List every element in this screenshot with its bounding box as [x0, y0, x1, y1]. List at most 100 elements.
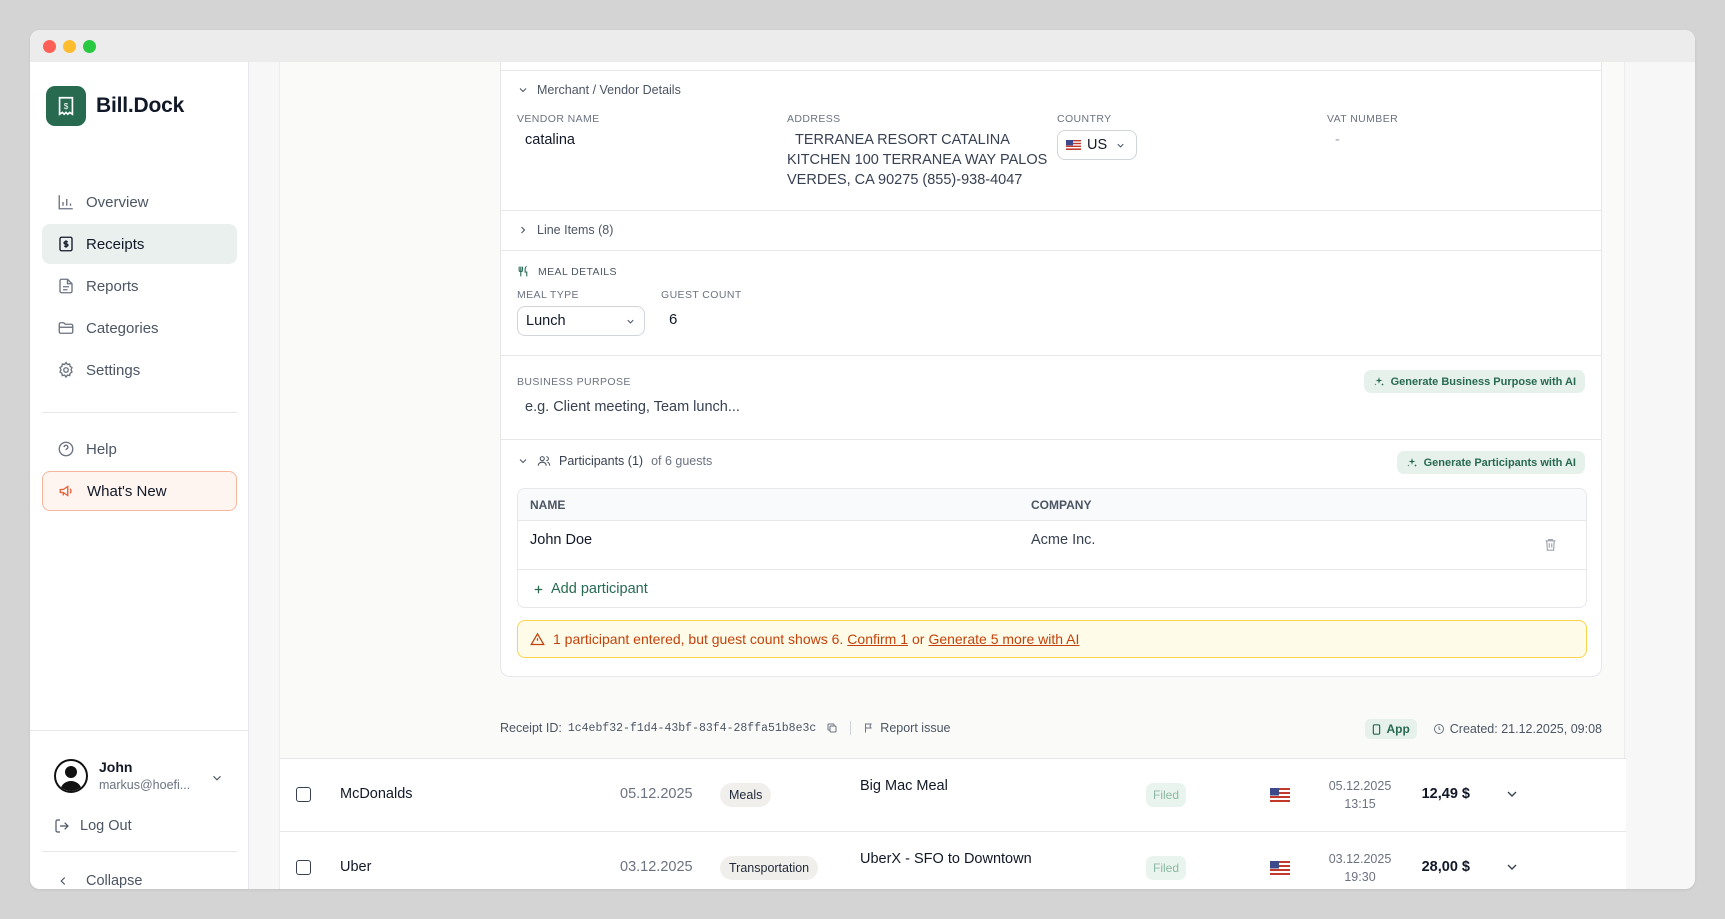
minimize-window-button[interactable] [63, 40, 76, 53]
megaphone-icon [57, 481, 77, 501]
chevron-down-icon[interactable] [1504, 859, 1520, 875]
chevron-left-icon [56, 874, 70, 888]
sparkles-icon [1373, 376, 1385, 388]
fork-knife-icon [517, 265, 530, 278]
plus-icon [532, 583, 545, 596]
brand-name: Bill.Dock [96, 94, 185, 117]
guest-count-field[interactable]: 6 [669, 311, 677, 328]
close-window-button[interactable] [43, 40, 56, 53]
vendor-name-label: VENDOR NAME [517, 113, 600, 125]
meal-type-select[interactable]: Lunch [517, 306, 645, 336]
user-email: markus@hoefi... [99, 778, 191, 792]
line-items-toggle[interactable]: Line Items (8) [517, 223, 613, 237]
chevron-down-icon [517, 84, 529, 96]
sidebar-divider [42, 412, 237, 413]
sparkles-icon [1406, 457, 1418, 469]
guest-count-label: GUEST COUNT [661, 289, 742, 301]
receipt-meta-bar: Receipt ID: 1c4ebf32-f1d4-43bf-83f4-28ff… [500, 719, 1602, 739]
meal-details-header: MEAL DETAILS [517, 265, 617, 278]
receipt-date: 03.12.2025 [620, 859, 693, 875]
us-flag-icon [1270, 788, 1290, 802]
copy-icon[interactable] [826, 722, 838, 734]
report-issue-button[interactable]: Report issue [863, 721, 950, 735]
chevron-down-icon [1115, 140, 1126, 151]
nav-label: Categories [86, 319, 159, 337]
category-badge: Transportation [720, 856, 819, 880]
collapse-button[interactable]: Collapse [56, 873, 142, 889]
gear-icon [56, 360, 76, 380]
row-checkbox[interactable] [296, 860, 311, 875]
nav-label: Receipts [86, 235, 145, 253]
business-purpose-section: BUSINESS PURPOSE Generate Business Purpo… [501, 355, 1601, 439]
participant-name[interactable]: John Doe [530, 532, 592, 548]
nav-label: Reports [86, 277, 139, 295]
confirm-link[interactable]: Confirm 1 [847, 631, 908, 647]
section-title: Line Items (8) [537, 223, 614, 237]
logout-icon [54, 818, 70, 834]
folder-icon [56, 318, 76, 338]
chevron-down-icon[interactable] [210, 771, 224, 790]
receipt-id: Receipt ID: 1c4ebf32-f1d4-43bf-83f4-28ff… [500, 721, 950, 735]
trash-icon[interactable] [1543, 537, 1558, 552]
chevron-down-icon[interactable] [1504, 786, 1520, 802]
help-circle-icon [56, 439, 76, 459]
business-purpose-input[interactable]: e.g. Client meeting, Team lunch... [525, 399, 740, 415]
nav-settings[interactable]: Settings [42, 350, 237, 390]
country-select[interactable]: US [1057, 130, 1137, 160]
participant-company[interactable]: Acme Inc. [1031, 532, 1095, 548]
nav-categories[interactable]: Categories [42, 308, 237, 348]
participants-table: NAME COMPANY John Doe Acme Inc. Add part… [517, 488, 1587, 608]
vendor-name-field[interactable]: catalina [525, 132, 575, 148]
table-row[interactable]: Uber 03.12.2025 Transportation UberX - S… [280, 831, 1626, 889]
country-label: COUNTRY [1057, 113, 1112, 125]
nav-label: What's New [87, 482, 167, 500]
flag-icon [863, 722, 875, 734]
participants-toggle[interactable]: Participants (1) of 6 guests [517, 454, 712, 468]
address-line: TERRANEA RESORT CATALINA [795, 132, 1010, 148]
status-badge: Filed [1146, 783, 1187, 807]
nav-help[interactable]: Help [42, 429, 237, 469]
generate-business-purpose-button[interactable]: Generate Business Purpose with AI [1363, 370, 1585, 393]
nav-reports[interactable]: Reports [42, 266, 237, 306]
logout-button[interactable]: Log Out [54, 818, 132, 834]
vat-number-field[interactable]: - [1335, 132, 1340, 148]
add-participant-button[interactable]: Add participant [532, 581, 648, 597]
guest-count-warning: 1 participant entered, but guest count s… [517, 620, 1587, 658]
receipt-logo-icon: $ [46, 86, 86, 126]
receipt-created: App Created: 21.12.2025, 09:08 [1365, 719, 1602, 739]
user-section: John markus@hoefi... Log Out Collapse [30, 730, 249, 889]
receipt-date: 05.12.2025 [620, 786, 693, 802]
maximize-window-button[interactable] [83, 40, 96, 53]
users-icon [537, 454, 551, 468]
participants-section: Participants (1) of 6 guests Generate Pa… [501, 439, 1601, 677]
chevron-down-icon [625, 316, 636, 327]
nav-whats-new[interactable]: What's New [42, 471, 237, 511]
merchant-name: Uber [340, 859, 372, 875]
brand[interactable]: $ Bill.Dock [46, 86, 184, 126]
section-title: MEAL DETAILS [538, 265, 617, 278]
warning-text: 1 participant entered, but guest count s… [553, 631, 844, 647]
merchant-section-toggle[interactable]: Merchant / Vendor Details [517, 83, 681, 97]
nav-label: Overview [86, 193, 149, 211]
button-label: Generate Participants with AI [1423, 456, 1576, 469]
nav-receipts[interactable]: Receipts [42, 224, 237, 264]
address-label: ADDRESS [787, 113, 841, 125]
row-checkbox[interactable] [296, 787, 311, 802]
clock-icon [1433, 723, 1445, 735]
avatar[interactable] [54, 759, 88, 793]
address-field[interactable]: TERRANEA RESORT CATALINA KITCHEN 100 TER… [787, 130, 1047, 190]
table-row[interactable]: McDonalds 05.12.2025 Meals Big Mac Meal … [280, 758, 1626, 831]
receipt-icon [56, 234, 76, 254]
document-icon [56, 276, 76, 296]
nav-overview[interactable]: Overview [42, 182, 237, 222]
sidebar-divider [42, 851, 237, 852]
warning-or: or [911, 631, 925, 647]
us-flag-icon [1066, 140, 1081, 150]
address-line: VERDES, CA 90275 (855)-938-4047 [787, 172, 1023, 188]
section-title: Merchant / Vendor Details [537, 83, 681, 97]
status-badge: Filed [1146, 856, 1187, 880]
app-window: $ Bill.Dock Overview Receipts Reports Ca… [30, 30, 1695, 889]
generate-participants-button[interactable]: Generate Participants with AI [1396, 451, 1585, 474]
generate-more-link[interactable]: Generate 5 more with AI [928, 631, 1079, 647]
us-flag-icon [1270, 861, 1290, 875]
